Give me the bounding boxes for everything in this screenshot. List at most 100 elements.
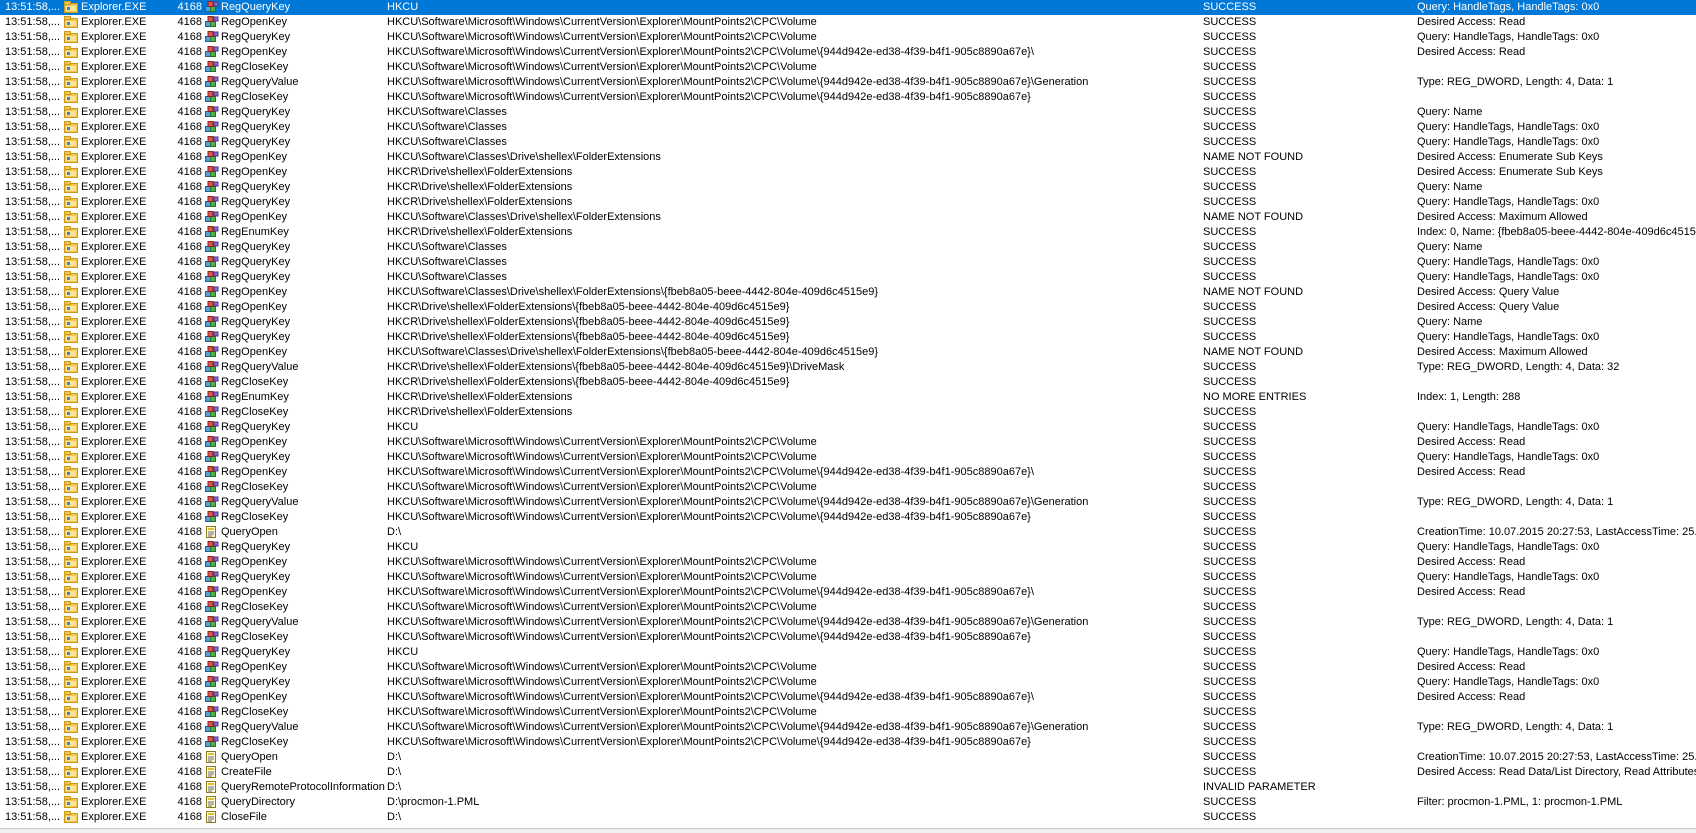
table-row[interactable]: 13:51:58,... Explorer.EXE 4168 RegOpenKey HK… [0, 435, 1696, 450]
table-row[interactable]: 13:51:58,... Explorer.EXE 4168 RegQueryKey H… [0, 315, 1696, 330]
operation-cell: RegOpenKey [221, 466, 288, 478]
table-row[interactable]: 13:51:58,... Explorer.EXE 4168 QueryOpen D:\… [0, 525, 1696, 540]
table-row[interactable]: 13:51:58,... Explorer.EXE 4168 RegOpenKey HK… [0, 300, 1696, 315]
table-row[interactable]: 13:51:58,... Explorer.EXE 4168 RegOpenKey HK… [0, 465, 1696, 480]
process-icon [64, 270, 78, 285]
process-icon [64, 330, 78, 345]
path-cell: HKCU\Software\Microsoft\Windows\CurrentV… [387, 601, 817, 613]
detail-cell [1417, 630, 1696, 645]
table-row[interactable]: 13:51:58,... Explorer.EXE 4168 RegQueryKey H… [0, 255, 1696, 270]
table-row[interactable]: 13:51:58,... Explorer.EXE 4168 QueryRemoteP… [0, 780, 1696, 795]
table-row[interactable]: 13:51:58,... Explorer.EXE 4168 RegCloseKey H… [0, 630, 1696, 645]
table-row[interactable]: 13:51:58,... Explorer.EXE 4168 RegQueryValu… [0, 615, 1696, 630]
time-cell: 13:51:58,... [5, 706, 61, 718]
path-cell: HKCU\Software\Classes [387, 136, 507, 148]
path-cell: HKCU [387, 646, 419, 658]
path-cell: HKCR\Drive\shellex\FolderExtensions [387, 196, 573, 208]
table-row[interactable]: 13:51:58,... Explorer.EXE 4168 RegOpenKey HK… [0, 210, 1696, 225]
table-row[interactable]: 13:51:58,... Explorer.EXE 4168 RegEnumKey HK… [0, 390, 1696, 405]
result-cell: SUCCESS [1203, 616, 1257, 628]
path-cell: HKCU\Software\Microsoft\Windows\CurrentV… [387, 511, 1031, 523]
table-row[interactable]: 13:51:58,... Explorer.EXE 4168 RegCloseKey H… [0, 510, 1696, 525]
table-row[interactable]: 13:51:58,... Explorer.EXE 4168 CreateFile D:… [0, 765, 1696, 780]
process-name-cell: Explorer.EXE [81, 1, 147, 13]
registry-operation-icon [205, 540, 219, 555]
table-row[interactable]: 13:51:58,... Explorer.EXE 4168 RegQueryKey H… [0, 570, 1696, 585]
table-row[interactable]: 13:51:58,... Explorer.EXE 4168 RegQueryValu… [0, 75, 1696, 90]
pid-cell: 4168 [177, 211, 202, 223]
table-row[interactable]: 13:51:58,... Explorer.EXE 4168 RegQueryKey H… [0, 330, 1696, 345]
registry-operation-icon [205, 315, 219, 330]
table-row[interactable]: 13:51:58,... Explorer.EXE 4168 RegOpenKey HK… [0, 150, 1696, 165]
registry-operation-icon [205, 510, 219, 525]
table-row[interactable]: 13:51:58,... Explorer.EXE 4168 RegQueryKey H… [0, 270, 1696, 285]
operation-cell: RegQueryKey [221, 271, 291, 283]
operation-cell: RegOpenKey [221, 556, 288, 568]
table-row[interactable]: 13:51:58,... Explorer.EXE 4168 RegCloseKey H… [0, 375, 1696, 390]
time-cell: 13:51:58,... [5, 76, 61, 88]
registry-operation-icon [205, 270, 219, 285]
table-row[interactable]: 13:51:58,... Explorer.EXE 4168 QueryOpen D:\… [0, 750, 1696, 765]
table-row[interactable]: 13:51:58,... Explorer.EXE 4168 RegOpenKey HK… [0, 45, 1696, 60]
table-row[interactable]: 13:51:58,... Explorer.EXE 4168 RegOpenKey HK… [0, 285, 1696, 300]
pid-cell: 4168 [177, 406, 202, 418]
operation-cell: RegCloseKey [221, 511, 289, 523]
table-row[interactable]: 13:51:58,... Explorer.EXE 4168 RegOpenKey HK… [0, 345, 1696, 360]
table-row[interactable]: 13:51:58,... Explorer.EXE 4168 RegCloseKey H… [0, 480, 1696, 495]
table-row[interactable]: 13:51:58,... Explorer.EXE 4168 RegQueryKey H… [0, 180, 1696, 195]
process-name-cell: Explorer.EXE [81, 121, 147, 133]
process-name-cell: Explorer.EXE [81, 496, 147, 508]
table-row[interactable]: 13:51:58,... Explorer.EXE 4168 RegOpenKey HK… [0, 555, 1696, 570]
table-row[interactable]: 13:51:58,... Explorer.EXE 4168 RegCloseKey H… [0, 60, 1696, 75]
table-row[interactable]: 13:51:58,... Explorer.EXE 4168 RegOpenKey HK… [0, 165, 1696, 180]
table-row[interactable]: 13:51:58,... Explorer.EXE 4168 RegCloseKey H… [0, 735, 1696, 750]
pid-cell: 4168 [177, 31, 202, 43]
detail-cell: Desired Access: Read [1417, 691, 1526, 703]
table-row[interactable]: 13:51:58,... Explorer.EXE 4168 RegQueryKey H… [0, 645, 1696, 660]
table-row[interactable]: 13:51:58,... Explorer.EXE 4168 RegQueryKey H… [0, 30, 1696, 45]
table-row[interactable]: 13:51:58,... Explorer.EXE 4168 RegQueryKey H… [0, 540, 1696, 555]
registry-operation-icon [205, 135, 219, 150]
table-row[interactable]: 13:51:58,... Explorer.EXE 4168 RegOpenKey HK… [0, 690, 1696, 705]
process-name-cell: Explorer.EXE [81, 706, 147, 718]
table-row[interactable]: 13:51:58,... Explorer.EXE 4168 RegCloseKey H… [0, 705, 1696, 720]
table-row[interactable]: 13:51:58,... Explorer.EXE 4168 RegQueryKey H… [0, 0, 1696, 15]
process-name-cell: Explorer.EXE [81, 361, 147, 373]
registry-operation-icon [205, 675, 219, 690]
table-row[interactable]: 13:51:58,... Explorer.EXE 4168 RegOpenKey HK… [0, 585, 1696, 600]
table-row[interactable]: 13:51:58,... Explorer.EXE 4168 RegQueryKey H… [0, 240, 1696, 255]
table-row[interactable]: 13:51:58,... Explorer.EXE 4168 RegQueryValu… [0, 495, 1696, 510]
detail-cell: Query: HandleTags, HandleTags: 0x0 [1417, 571, 1600, 583]
table-row[interactable]: 13:51:58,... Explorer.EXE 4168 RegEnumKey HK… [0, 225, 1696, 240]
process-name-cell: Explorer.EXE [81, 721, 147, 733]
pid-cell: 4168 [177, 631, 202, 643]
table-row[interactable]: 13:51:58,... Explorer.EXE 4168 RegOpenKey HK… [0, 15, 1696, 30]
process-name-cell: Explorer.EXE [81, 451, 147, 463]
table-row[interactable]: 13:51:58,... Explorer.EXE 4168 RegQueryKey H… [0, 675, 1696, 690]
table-row[interactable]: 13:51:58,... Explorer.EXE 4168 RegQueryKey H… [0, 420, 1696, 435]
detail-cell [1417, 405, 1696, 420]
detail-cell: Query: HandleTags, HandleTags: 0x0 [1417, 256, 1600, 268]
result-cell: NAME NOT FOUND [1203, 346, 1304, 358]
result-cell: SUCCESS [1203, 466, 1257, 478]
time-cell: 13:51:58,... [5, 211, 61, 223]
table-row[interactable]: 13:51:58,... Explorer.EXE 4168 QueryDirecto… [0, 795, 1696, 810]
table-row[interactable]: 13:51:58,... Explorer.EXE 4168 RegOpenKey HK… [0, 660, 1696, 675]
table-row[interactable]: 13:51:58,... Explorer.EXE 4168 RegQueryValu… [0, 360, 1696, 375]
table-row[interactable]: 13:51:58,... Explorer.EXE 4168 RegCloseKey H… [0, 405, 1696, 420]
table-row[interactable]: 13:51:58,... Explorer.EXE 4168 RegQueryKey H… [0, 120, 1696, 135]
table-row[interactable]: 13:51:58,... Explorer.EXE 4168 RegCloseKey H… [0, 90, 1696, 105]
table-row[interactable]: 13:51:58,... Explorer.EXE 4168 RegQueryKey H… [0, 195, 1696, 210]
table-row[interactable]: 13:51:58,... Explorer.EXE 4168 RegQueryKey H… [0, 450, 1696, 465]
table-row[interactable]: 13:51:58,... Explorer.EXE 4168 RegQueryKey H… [0, 135, 1696, 150]
table-row[interactable]: 13:51:58,... Explorer.EXE 4168 CloseFile D:\… [0, 810, 1696, 825]
table-row[interactable]: 13:51:58,... Explorer.EXE 4168 RegQueryKey H… [0, 105, 1696, 120]
table-row[interactable]: 13:51:58,... Explorer.EXE 4168 RegCloseKey H… [0, 600, 1696, 615]
registry-operation-icon [205, 690, 219, 705]
process-icon [64, 555, 78, 570]
table-row[interactable]: 13:51:58,... Explorer.EXE 4168 RegQueryValu… [0, 720, 1696, 735]
detail-cell [1417, 90, 1696, 105]
detail-cell: Query: Name [1417, 106, 1483, 118]
event-list[interactable]: 13:51:58,... Explorer.EXE 4168 RegQueryKey H… [0, 0, 1696, 825]
registry-operation-icon [205, 435, 219, 450]
